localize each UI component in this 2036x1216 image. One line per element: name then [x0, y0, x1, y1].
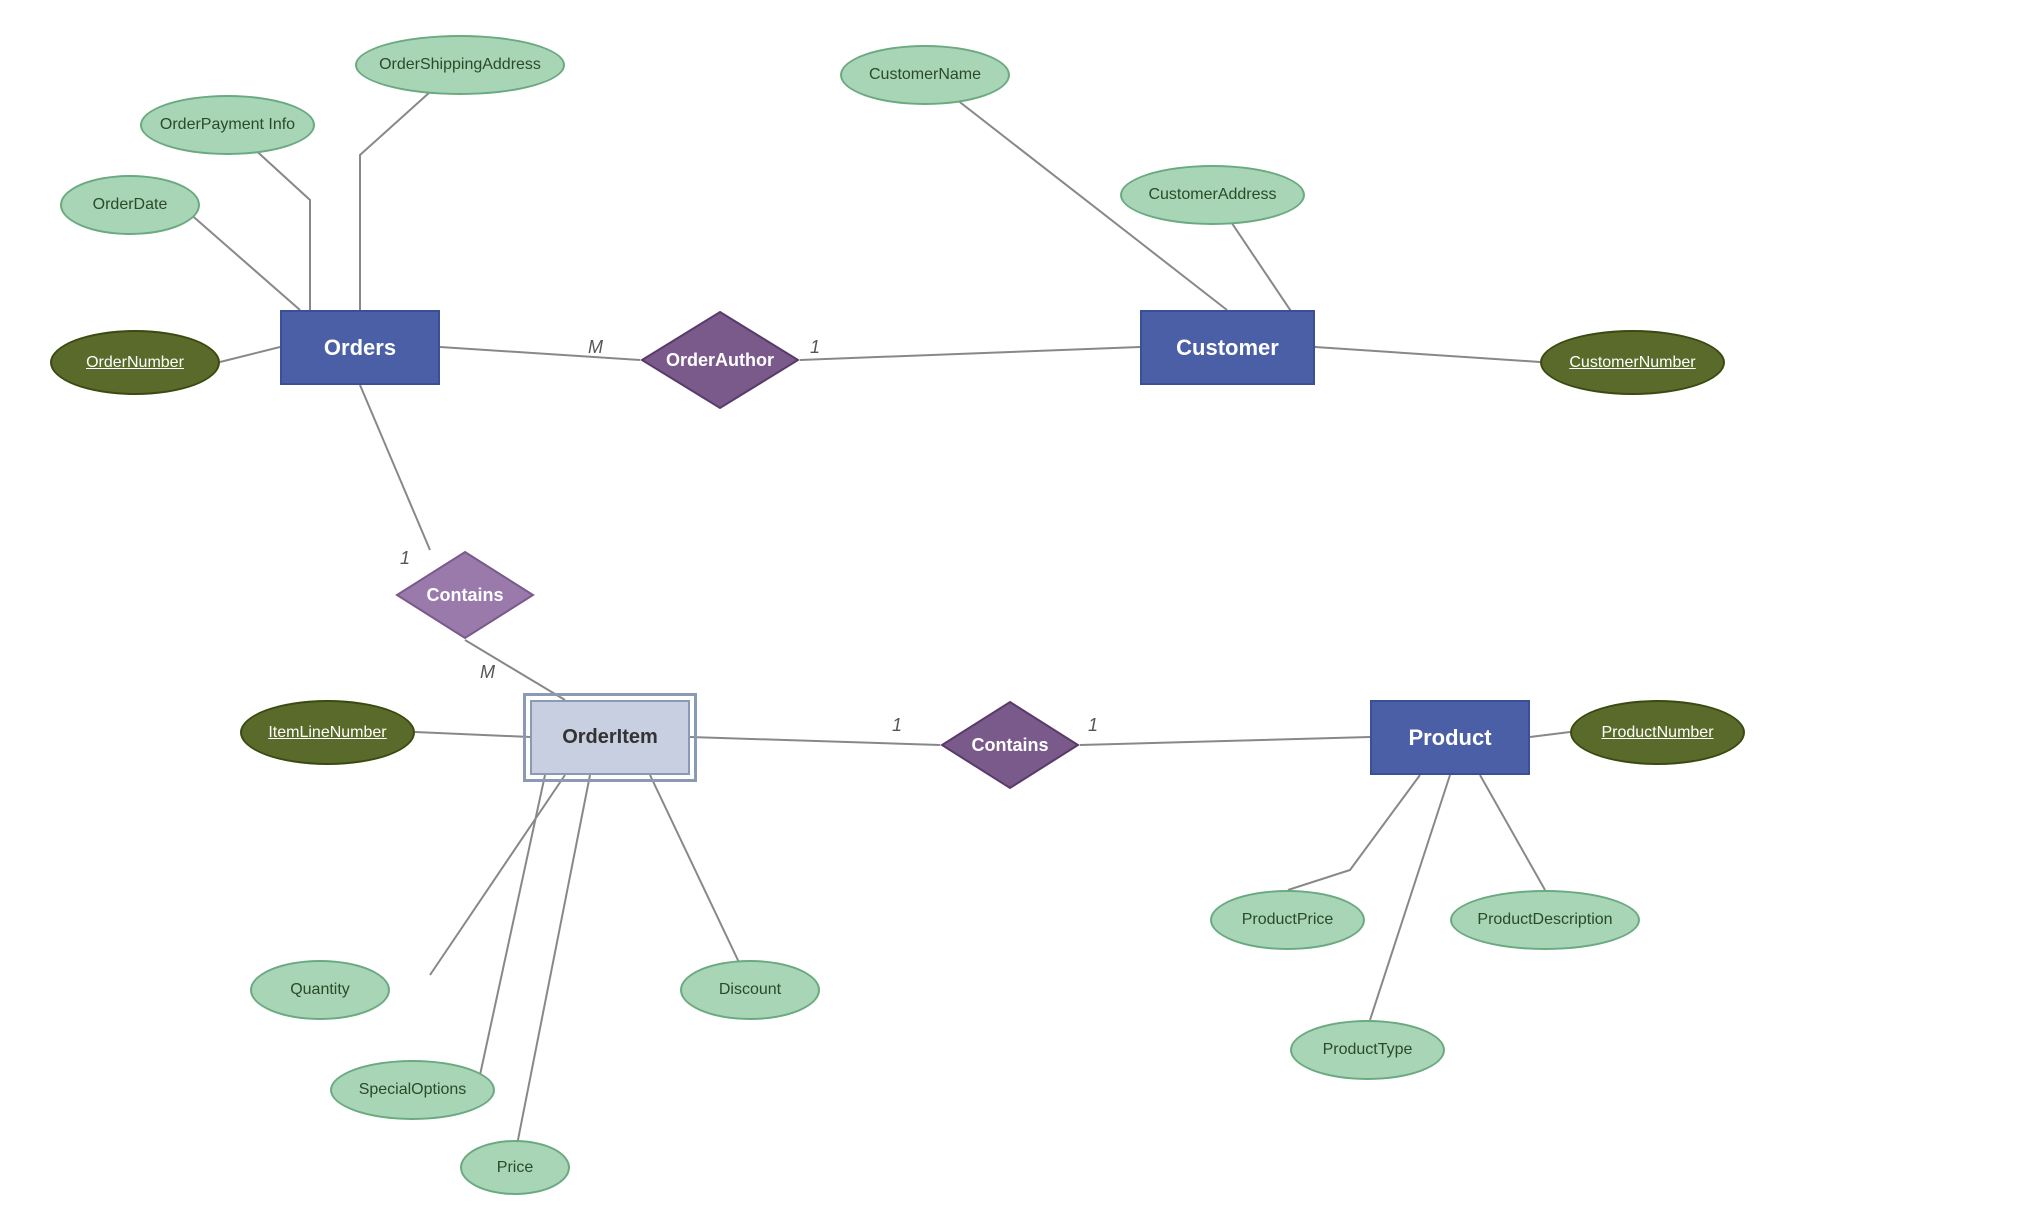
attribute-producttype: ProductType — [1290, 1020, 1445, 1080]
attribute-productprice: ProductPrice — [1210, 890, 1365, 950]
relationship-contains1: Contains — [395, 550, 535, 640]
attribute-productnumber: ProductNumber — [1570, 700, 1745, 765]
attribute-orderdate: OrderDate — [60, 175, 200, 235]
entity-orderitem: OrderItem — [530, 700, 690, 775]
attribute-quantity: Quantity — [250, 960, 390, 1020]
er-diagram: Orders Customer Product OrderItem OrderA… — [0, 0, 2036, 1216]
relationship-orderauthor: OrderAuthor — [640, 310, 800, 410]
cardinality-m2: M — [480, 662, 495, 683]
attribute-ordernumber: OrderNumber — [50, 330, 220, 395]
attribute-ordershippingaddress: OrderShippingAddress — [355, 35, 565, 95]
cardinality-1c: 1 — [892, 715, 902, 736]
cardinality-1b: 1 — [400, 548, 410, 569]
entity-customer: Customer — [1140, 310, 1315, 385]
attribute-orderpaymentinfo: OrderPayment Info — [140, 95, 315, 155]
entity-orders: Orders — [280, 310, 440, 385]
cardinality-1d: 1 — [1088, 715, 1098, 736]
connector-lines — [0, 0, 2036, 1216]
cardinality-m1: M — [588, 337, 603, 358]
attribute-customernumber: CustomerNumber — [1540, 330, 1725, 395]
attribute-specialoptions: SpecialOptions — [330, 1060, 495, 1120]
attribute-productdescription: ProductDescription — [1450, 890, 1640, 950]
attribute-price: Price — [460, 1140, 570, 1195]
attribute-discount: Discount — [680, 960, 820, 1020]
attribute-customername: CustomerName — [840, 45, 1010, 105]
cardinality-1a: 1 — [810, 337, 820, 358]
relationship-contains2: Contains — [940, 700, 1080, 790]
attribute-itemlinenumber: ItemLineNumber — [240, 700, 415, 765]
attribute-customeraddress: CustomerAddress — [1120, 165, 1305, 225]
entity-product: Product — [1370, 700, 1530, 775]
